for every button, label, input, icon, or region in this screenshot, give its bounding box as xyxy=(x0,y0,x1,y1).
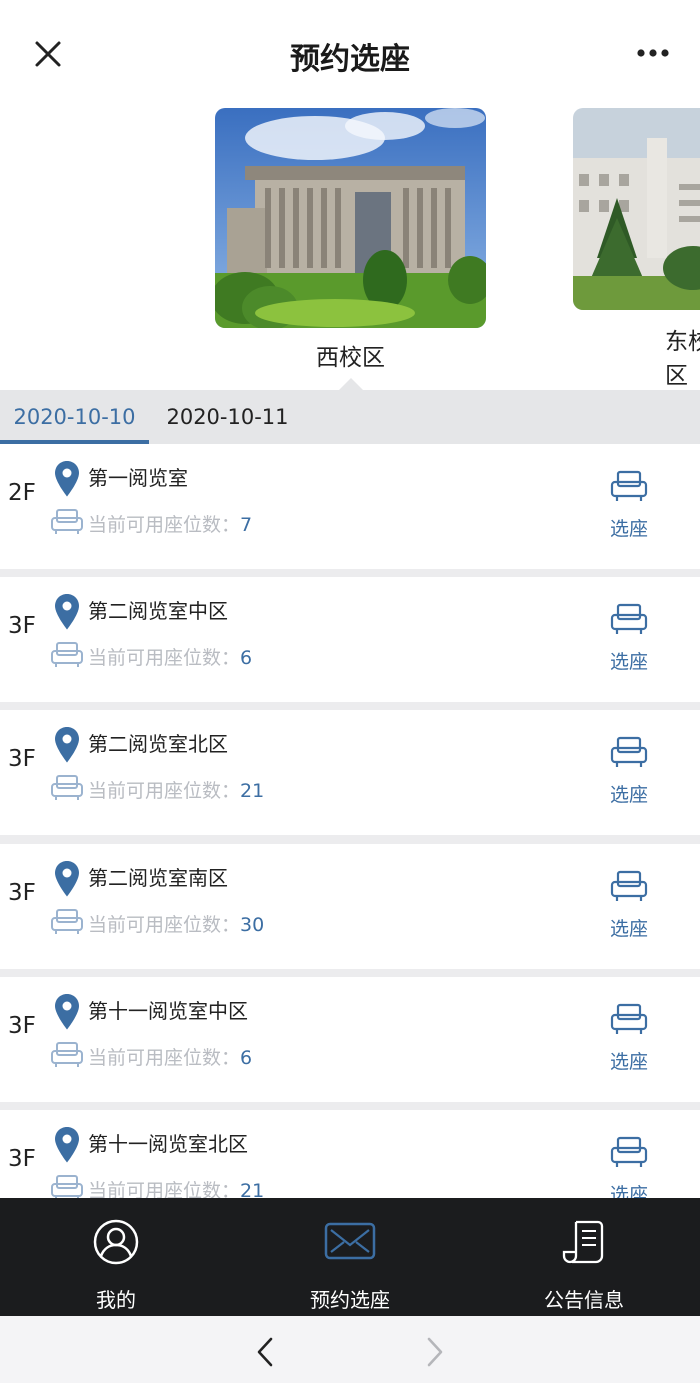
select-seat-label: 选座 xyxy=(609,1051,648,1073)
sofa-icon xyxy=(610,1003,648,1034)
available-label: 当前可用座位数： xyxy=(88,647,241,669)
more-icon xyxy=(637,49,669,57)
nav-label-notice: 公告信息 xyxy=(544,1288,624,1312)
list-item[interactable]: 2F 第一阅览室 当前可用座位数：7 选座 xyxy=(0,444,700,569)
seat-icon xyxy=(51,642,83,667)
location-pin-icon xyxy=(55,594,79,630)
available-seats: 当前可用座位数：21 xyxy=(88,776,264,803)
select-seat-label: 选座 xyxy=(609,784,648,806)
select-seat-label: 选座 xyxy=(609,518,648,540)
more-button[interactable] xyxy=(626,36,682,70)
sofa-icon xyxy=(610,603,648,634)
bottom-nav: 我的 预约选座 公告信息 xyxy=(0,1198,700,1316)
select-seat-button[interactable]: 选座 xyxy=(600,1130,658,1198)
room-name: 第十一阅览室北区 xyxy=(88,1132,248,1156)
room-name: 第二阅览室中区 xyxy=(88,599,228,623)
available-count: 7 xyxy=(240,514,253,536)
floor-label: 3F xyxy=(8,880,36,906)
select-seat-button[interactable]: 选座 xyxy=(600,464,658,542)
location-pin-icon xyxy=(55,727,79,763)
user-icon xyxy=(93,1219,139,1265)
available-seats: 当前可用座位数：7 xyxy=(88,510,252,537)
campus-photo-east xyxy=(573,108,700,310)
nav-label-reserve: 预约选座 xyxy=(310,1288,390,1312)
seat-icon xyxy=(51,509,83,534)
select-seat-button[interactable]: 选座 xyxy=(600,864,658,942)
seat-icon xyxy=(51,1042,83,1067)
available-label: 当前可用座位数： xyxy=(88,1047,241,1069)
available-count: 6 xyxy=(240,647,253,669)
date-tab-2020-10-11[interactable]: 2020-10-11 xyxy=(150,390,305,444)
sofa-icon xyxy=(610,736,648,767)
list-item[interactable]: 3F 第二阅览室中区 当前可用座位数：6 选座 xyxy=(0,577,700,702)
room-name: 第十一阅览室中区 xyxy=(88,999,248,1023)
campus-carousel: 西校区 东校区 xyxy=(0,100,700,390)
location-pin-icon xyxy=(55,461,79,497)
list-item[interactable]: 3F 第十一阅览室北区 当前可用座位数：21 选座 xyxy=(0,1110,700,1198)
select-seat-button[interactable]: 选座 xyxy=(600,730,658,808)
select-seat-label: 选座 xyxy=(609,1184,648,1198)
select-seat-button[interactable]: 选座 xyxy=(600,997,658,1075)
available-count: 30 xyxy=(240,914,265,936)
floor-label: 2F xyxy=(8,480,36,506)
select-seat-button[interactable]: 选座 xyxy=(600,597,658,675)
sofa-icon xyxy=(610,870,648,901)
nav-item-me[interactable]: 我的 xyxy=(26,1198,206,1316)
campus-label-east: 东校区 xyxy=(665,329,700,389)
available-count: 21 xyxy=(240,780,265,802)
available-count: 6 xyxy=(240,1047,253,1069)
select-seat-label: 选座 xyxy=(609,651,648,673)
selected-campus-caret xyxy=(339,378,363,390)
available-label: 当前可用座位数： xyxy=(88,914,241,936)
floor-label: 3F xyxy=(8,746,36,772)
campus-card-west[interactable]: 西校区 xyxy=(215,108,486,372)
floor-label: 3F xyxy=(8,613,36,639)
envelope-icon xyxy=(324,1222,376,1260)
location-pin-icon xyxy=(55,994,79,1030)
date-tab-bar: 2020-10-10 2020-10-11 xyxy=(0,378,700,444)
available-seats: 当前可用座位数：6 xyxy=(88,1043,252,1070)
room-name: 第二阅览室南区 xyxy=(88,866,228,890)
campus-photo-west xyxy=(215,108,486,328)
nav-item-reserve[interactable]: 预约选座 xyxy=(260,1198,440,1316)
list-item[interactable]: 3F 第二阅览室北区 当前可用座位数：21 选座 xyxy=(0,710,700,835)
seat-icon xyxy=(51,909,83,934)
available-count: 21 xyxy=(240,1180,265,1198)
nav-item-notice[interactable]: 公告信息 xyxy=(494,1198,674,1316)
browser-toolbar xyxy=(0,1316,700,1383)
campus-card-east[interactable]: 东校区 xyxy=(573,108,700,390)
back-arrow-icon[interactable] xyxy=(252,1334,278,1370)
scroll-icon xyxy=(562,1220,604,1264)
available-seats: 当前可用座位数：30 xyxy=(88,910,264,937)
date-tab-2020-10-10[interactable]: 2020-10-10 xyxy=(0,390,149,444)
seat-icon xyxy=(51,1175,83,1198)
sofa-icon xyxy=(610,1136,648,1167)
available-label: 当前可用座位数： xyxy=(88,1180,241,1198)
sofa-icon xyxy=(610,470,648,501)
room-name: 第一阅览室 xyxy=(88,466,188,490)
page-title: 预约选座 xyxy=(290,42,410,77)
available-label: 当前可用座位数： xyxy=(88,514,241,536)
campus-label-west: 西校区 xyxy=(316,345,385,371)
floor-label: 3F xyxy=(8,1146,36,1172)
available-seats: 当前可用座位数：21 xyxy=(88,1176,264,1198)
location-pin-icon xyxy=(55,861,79,897)
nav-label-me: 我的 xyxy=(96,1288,136,1312)
select-seat-label: 选座 xyxy=(609,918,648,940)
room-name: 第二阅览室北区 xyxy=(88,732,228,756)
floor-label: 3F xyxy=(8,1013,36,1039)
top-header: 预约选座 xyxy=(0,0,700,100)
seat-icon xyxy=(51,775,83,800)
forward-arrow-icon[interactable] xyxy=(422,1334,448,1370)
available-seats: 当前可用座位数：6 xyxy=(88,643,252,670)
list-item[interactable]: 3F 第二阅览室南区 当前可用座位数：30 选座 xyxy=(0,844,700,969)
reading-room-list[interactable]: 2F 第一阅览室 当前可用座位数：7 选座 3F 第二阅览室中区 当前可用座位数… xyxy=(0,444,700,1198)
available-label: 当前可用座位数： xyxy=(88,780,241,802)
list-item[interactable]: 3F 第十一阅览室中区 当前可用座位数：6 选座 xyxy=(0,977,700,1102)
location-pin-icon xyxy=(55,1127,79,1163)
